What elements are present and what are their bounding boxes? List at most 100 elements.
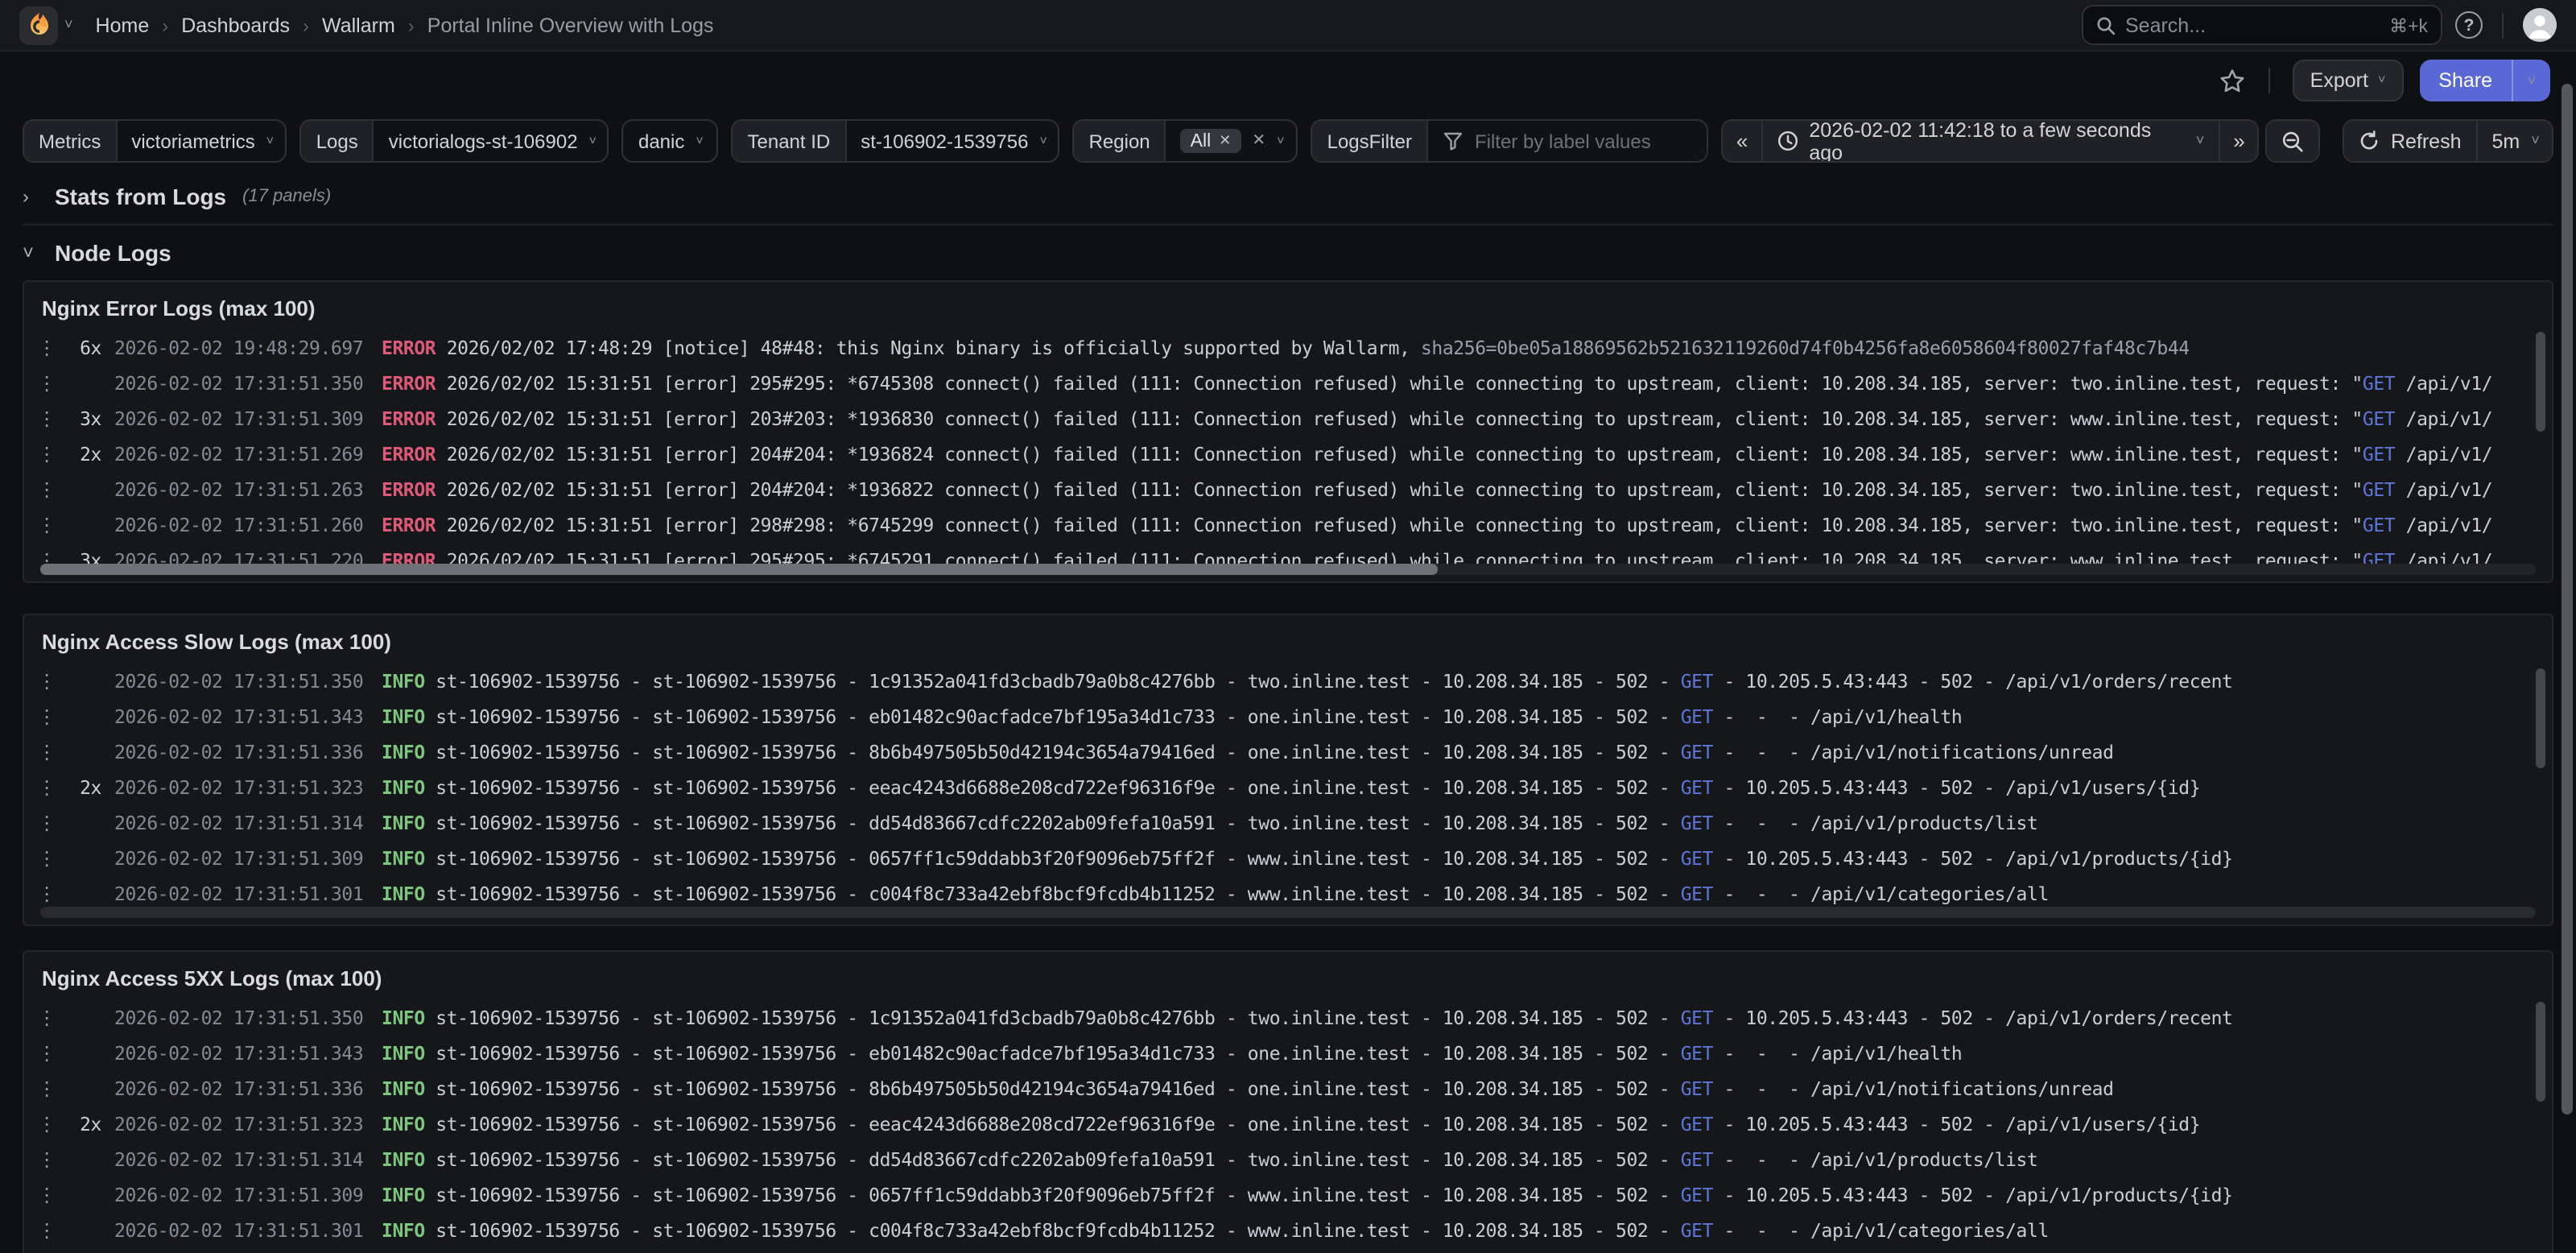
row-menu-icon[interactable]: ⋮ xyxy=(37,741,56,763)
breadcrumb-folder[interactable]: Wallarm xyxy=(322,14,395,36)
time-shift-forward-button[interactable]: » xyxy=(2219,121,2257,161)
row-message: INFO st-106902-1539756 - st-106902-15397… xyxy=(382,1007,2552,1029)
breadcrumb-current-dashboard: Portal Inline Overview with Logs xyxy=(427,14,714,36)
row-menu-icon[interactable]: ⋮ xyxy=(37,1007,56,1029)
row-timestamp: 2026-02-02 17:31:51.343 xyxy=(114,705,369,728)
export-button[interactable]: Export ˅ xyxy=(2293,60,2404,101)
refresh-button[interactable]: Refresh xyxy=(2344,121,2476,161)
breadcrumb-dashboards[interactable]: Dashboards xyxy=(181,14,290,36)
help-button[interactable]: ? xyxy=(2455,11,2483,39)
share-button[interactable]: Share xyxy=(2419,60,2512,101)
refresh-interval-value: 5m xyxy=(2492,130,2520,152)
row-menu-icon[interactable]: ⋮ xyxy=(37,337,56,359)
row-menu-icon[interactable]: ⋮ xyxy=(37,407,56,430)
org-menu-button[interactable]: ˅ xyxy=(19,6,73,44)
row-menu-icon[interactable]: ⋮ xyxy=(37,670,56,693)
log-segment-text: 2026/02/02 15:31:51 [error] 203#203: *19… xyxy=(436,407,2363,430)
log-segment-text: 2026/02/02 15:31:51 [error] 204#204: *19… xyxy=(436,478,2363,501)
log-segment-level-info: INFO xyxy=(382,1042,425,1065)
var-logs-label: Logs xyxy=(302,121,374,161)
row-message: ERROR 2026/02/02 15:31:51 [error] 204#20… xyxy=(382,478,2552,501)
var-tenant-select[interactable]: st-106902-1539756 ˅ xyxy=(846,121,1059,161)
row-menu-icon[interactable]: ⋮ xyxy=(37,776,56,799)
refresh-label: Refresh xyxy=(2391,130,2462,152)
log-segment-text: - - - /api/v1/notifications/unread xyxy=(1713,741,2114,763)
log-segment-method: GET xyxy=(2363,478,2395,501)
log-segment-text: - 10.205.5.43:443 - 502 - /api/v1/orders… xyxy=(1713,1007,2232,1029)
horizontal-scrollbar[interactable] xyxy=(40,907,2536,918)
row-menu-icon[interactable]: ⋮ xyxy=(37,1113,56,1135)
log-segment-level-info: INFO xyxy=(382,883,425,905)
breadcrumb-home[interactable]: Home xyxy=(96,14,150,36)
vertical-scrollbar-thumb[interactable] xyxy=(2536,668,2545,768)
vertical-scrollbar-thumb[interactable] xyxy=(2536,332,2545,432)
row-menu-icon[interactable]: ⋮ xyxy=(37,372,56,395)
var-danic-select[interactable]: danic ˅ xyxy=(624,121,718,161)
time-range-picker[interactable]: 2026-02-02 11:42:18 to a few seconds ago… xyxy=(1761,121,2219,161)
row-stats-from-logs[interactable]: › Stats from Logs (17 panels) xyxy=(0,176,2576,217)
log-segment-text: - - - /api/v1/notifications/unread xyxy=(1713,1077,2114,1100)
row-menu-icon[interactable]: ⋮ xyxy=(37,812,56,834)
log-segment-text: - 10.205.5.43:443 - 502 - /api/v1/orders… xyxy=(1713,670,2232,693)
log-segment-method: GET xyxy=(1681,1184,1713,1206)
var-metrics-select[interactable]: victoriametrics ˅ xyxy=(117,121,287,161)
time-range-label: 2026-02-02 11:42:18 to a few seconds ago xyxy=(1809,119,2184,163)
log-row: ⋮3x2026-02-02 17:31:51.309ERROR 2026/02/… xyxy=(24,401,2552,436)
row-menu-icon[interactable]: ⋮ xyxy=(37,705,56,728)
search-input[interactable] xyxy=(2125,14,2380,36)
logsfilter-input[interactable] xyxy=(1475,130,1697,152)
row-message: INFO st-106902-1539756 - st-106902-15397… xyxy=(382,1042,2552,1065)
user-avatar[interactable] xyxy=(2523,8,2557,42)
var-metrics-value: victoriametrics xyxy=(131,130,254,152)
export-label: Export xyxy=(2310,69,2368,92)
favorite-star-button[interactable] xyxy=(2219,67,2246,94)
time-shift-back-button[interactable]: « xyxy=(1724,121,1761,161)
refresh-interval-select[interactable]: 5m ˅ xyxy=(2476,121,2554,161)
filter-funnel-icon xyxy=(1443,130,1463,151)
log-segment-level-error: ERROR xyxy=(382,337,436,359)
log-segment-method: GET xyxy=(1681,741,1713,763)
panels-area: Nginx Error Logs (max 100) ⋮6x2026-02-02… xyxy=(0,274,2576,1253)
log-row: ⋮2x2026-02-02 17:31:51.323INFO st-106902… xyxy=(24,770,2552,805)
log-segment-method: GET xyxy=(1681,812,1713,834)
row-menu-icon[interactable]: ⋮ xyxy=(37,514,56,536)
row-menu-icon[interactable]: ⋮ xyxy=(37,1077,56,1100)
log-segment-method: GET xyxy=(1681,1042,1713,1065)
log-segment-level-info: INFO xyxy=(382,776,425,799)
row-menu-icon[interactable]: ⋮ xyxy=(37,883,56,905)
row-timestamp: 2026-02-02 17:31:51.350 xyxy=(114,670,369,693)
region-clear-icon[interactable]: ✕ xyxy=(1252,132,1265,150)
row-timestamp: 2026-02-02 19:48:29.697 xyxy=(114,337,369,359)
row-menu-icon[interactable]: ⋮ xyxy=(37,443,56,465)
var-region-select[interactable]: All ✕ ✕ ˅ xyxy=(1166,121,1298,161)
search-shortcut: ⌘+k xyxy=(2389,14,2428,36)
var-logsfilter: LogsFilter xyxy=(1311,119,1709,163)
breadcrumb-sep-icon: › xyxy=(290,14,322,36)
log-segment-text: st-106902-1539756 - st-106902-1539756 - … xyxy=(425,1148,1681,1171)
var-logs-select[interactable]: victorialogs-st-106902 ˅ xyxy=(374,121,609,161)
row-menu-icon[interactable]: ⋮ xyxy=(37,1184,56,1206)
time-controls: « 2026-02-02 11:42:18 to a few seconds a… xyxy=(1722,119,2553,163)
log-segment-level-info: INFO xyxy=(382,1219,425,1242)
log-segment-method: GET xyxy=(1681,847,1713,870)
share-menu-button[interactable]: ˅ xyxy=(2512,60,2550,101)
time-zoom-out-button[interactable] xyxy=(2268,121,2319,161)
vertical-scrollbar-thumb[interactable] xyxy=(2536,1002,2545,1102)
page-scrollbar-thumb[interactable] xyxy=(2562,84,2573,1114)
row-node-logs[interactable]: ˅ Node Logs xyxy=(0,232,2576,274)
row-menu-icon[interactable]: ⋮ xyxy=(37,478,56,501)
region-chip-all[interactable]: All ✕ xyxy=(1181,129,1241,153)
row-menu-icon[interactable]: ⋮ xyxy=(37,1219,56,1242)
row-timestamp: 2026-02-02 17:31:51.350 xyxy=(114,1007,369,1029)
horizontal-scrollbar-thumb[interactable] xyxy=(40,564,1438,575)
global-search[interactable]: ⌘+k xyxy=(2082,5,2442,45)
chip-remove-icon[interactable]: ✕ xyxy=(1219,132,1231,150)
row-menu-icon[interactable]: ⋮ xyxy=(37,1042,56,1065)
log-row: ⋮2026-02-02 17:31:51.301INFO st-106902-1… xyxy=(24,1213,2552,1248)
log-segment-level-info: INFO xyxy=(382,1077,425,1100)
row-menu-icon[interactable]: ⋮ xyxy=(37,1148,56,1171)
log-row: ⋮ 2026-02-02 17:31:51.350 INFO st-106902-1… xyxy=(24,1000,2552,1036)
log-segment-level-info: INFO xyxy=(382,1184,425,1206)
row-menu-icon[interactable]: ⋮ xyxy=(37,847,56,870)
log-row: ⋮2026-02-02 17:31:51.343INFO st-106902-1… xyxy=(24,1036,2552,1071)
